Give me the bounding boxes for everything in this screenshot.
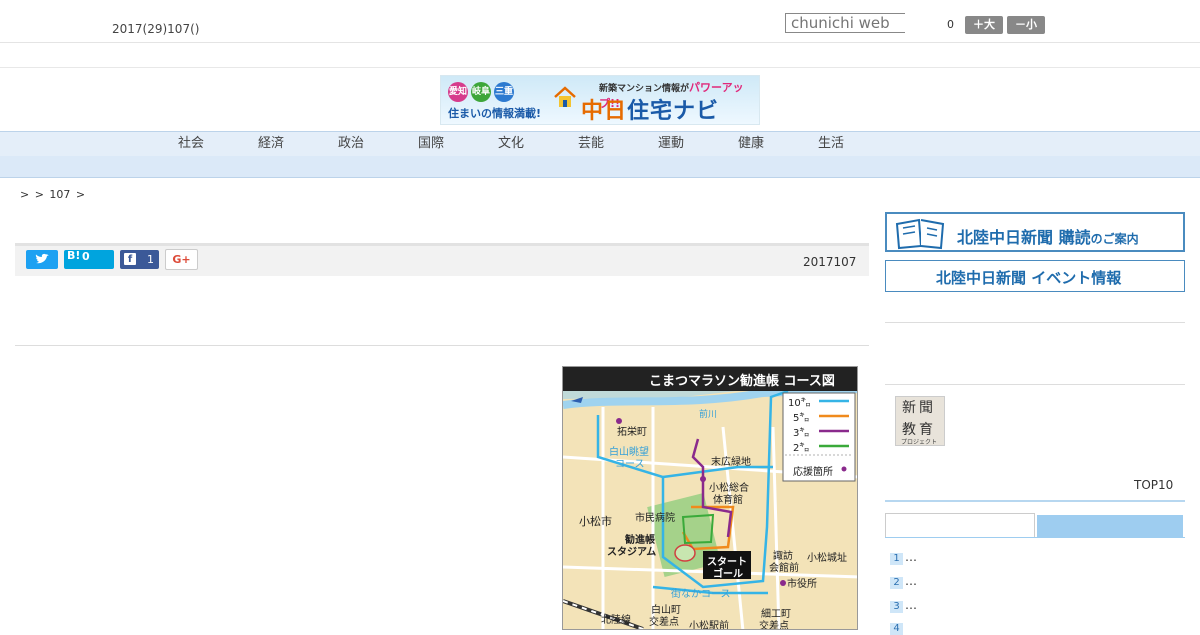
main-nav: 社会 経済 政治 国際 文化 芸能 運動 健康 生活 <box>0 131 1200 157</box>
marathon-course-map[interactable]: こまつマラソン勧進帳 コース図 10㌔ 5㌔ 3㌔ 2㌔ 応援箇所 拓栄町 白山… <box>562 366 858 630</box>
rank-title: … <box>905 550 917 564</box>
rank-title: … <box>905 574 917 588</box>
legend-2km: 2㌔ <box>793 443 810 454</box>
label-machinaka: 街なかコース <box>671 589 731 600</box>
top10-heading: TOP10 <box>1134 478 1174 492</box>
legend-5km: 5㌔ <box>793 413 810 424</box>
rank-title: … <box>905 598 917 612</box>
subscription-tail: のご案内 <box>1090 232 1139 246</box>
current-date: 2017(29)107() <box>112 22 200 36</box>
sub-nav <box>0 156 1200 178</box>
banner-brand-a: 中日 <box>581 99 628 124</box>
ranking-item[interactable]: 3… <box>890 598 917 613</box>
subscription-banner[interactable]: 北陸中日新聞 購読のご案内 <box>885 212 1185 252</box>
label-station: 小松駅前 <box>689 621 729 630</box>
label-city: 小松市 <box>579 515 612 528</box>
twitter-share-button[interactable] <box>26 250 58 269</box>
edu-text-b: 教育 <box>902 422 936 438</box>
label-hokuriku: 北陸線 <box>601 615 631 626</box>
label-castle: 小松城址 <box>807 553 847 564</box>
rank-number: 3 <box>890 601 903 613</box>
nav-item-4[interactable]: 国際 <box>418 132 444 156</box>
legend-10km: 10㌔ <box>788 398 811 409</box>
newspaper-education-banner[interactable]: 新聞 教育 プロジェクト <box>895 396 945 446</box>
label-hospital: 市民病院 <box>635 513 675 524</box>
housing-navi-banner[interactable]: 愛知 岐阜 三重 住まいの情報満載! 新築マンション情報がパワーアップ!! 中日… <box>440 75 760 125</box>
label-hakusan-b: コース <box>615 459 645 470</box>
nav-item-2[interactable]: 経済 <box>258 132 284 156</box>
rank-number: 1 <box>890 553 903 565</box>
banner-brand: 中日住宅ナビ <box>581 93 720 124</box>
mie-badge: 三重 <box>494 82 514 102</box>
search-input[interactable] <box>785 13 905 33</box>
label-stadium-b: スタジアム <box>607 547 657 558</box>
banner-brand-b: 住宅ナビ <box>627 99 720 124</box>
nav-item-9[interactable]: 生活 <box>818 132 844 156</box>
edu-text-a: 新聞 <box>902 400 936 416</box>
label-saiku-b: 交差点 <box>759 621 789 630</box>
sub-header-strip <box>0 43 1200 68</box>
ranking-rule <box>885 500 1185 502</box>
subscription-main: 北陸中日新聞 購読 <box>957 228 1091 247</box>
label-hakusan-cho-b: 交差点 <box>649 617 679 628</box>
google-plus-button[interactable]: G+ <box>165 249 198 270</box>
ranking-item[interactable]: 4 <box>890 620 905 635</box>
event-info-banner[interactable]: 北陸中日新聞 イベント情報 <box>885 260 1185 292</box>
sidebar-divider <box>885 384 1185 385</box>
nav-item-1[interactable]: 社会 <box>178 132 204 156</box>
rank-number: 2 <box>890 577 903 589</box>
ranking-tab-active[interactable] <box>885 513 1035 538</box>
content-divider <box>15 345 869 346</box>
ranking-tab-inactive[interactable] <box>1037 515 1183 537</box>
aichi-badge: 愛知 <box>448 82 468 102</box>
breadcrumb[interactable]: > > 107 > <box>20 188 85 201</box>
facebook-count: 1 <box>147 253 154 266</box>
hatena-label: B! <box>67 249 81 262</box>
legend-3km: 3㌔ <box>793 428 810 439</box>
label-goal: ゴール <box>713 569 743 580</box>
label-suwa-b: 会館前 <box>769 563 799 574</box>
event-info-text: 北陸中日新聞 イベント情報 <box>936 269 1122 287</box>
font-small-button[interactable]: －小 <box>1007 16 1045 34</box>
label-maekawa: 前川 <box>699 410 718 420</box>
sidebar-divider <box>885 322 1185 323</box>
label-gym-b: 体育館 <box>713 495 743 506</box>
map-title: こまつマラソン勧進帳 コース図 <box>649 374 835 389</box>
hatena-count: 0 <box>82 250 90 263</box>
nav-item-7[interactable]: 運動 <box>658 132 684 156</box>
nav-item-3[interactable]: 政治 <box>338 132 364 156</box>
rank-number: 4 <box>890 623 903 635</box>
edu-text-c: プロジェクト <box>901 439 938 446</box>
facebook-icon: f <box>124 253 136 265</box>
newspaper-icon <box>895 218 945 250</box>
counter-value: 0 <box>947 18 954 31</box>
legend-support: 応援箇所 <box>793 467 833 478</box>
subscription-text: 北陸中日新聞 購読のご案内 <box>957 224 1139 248</box>
ranking-item[interactable]: 1… <box>890 550 917 565</box>
font-large-button[interactable]: ＋大 <box>965 16 1003 34</box>
hatena-bookmark-button[interactable]: B! 0 <box>64 250 114 269</box>
label-cityhall: 市役所 <box>787 579 817 590</box>
house-icon <box>554 86 576 107</box>
twitter-icon <box>35 253 49 264</box>
facebook-share-button[interactable]: f 1 <box>120 250 159 269</box>
banner-tagline: 住まいの情報満載! <box>448 107 542 120</box>
gifu-badge: 岐阜 <box>471 82 491 102</box>
label-takuei: 拓栄町 <box>617 427 647 438</box>
article-date: 2017107 <box>803 255 857 269</box>
ranking-tab-baseline <box>885 537 1185 538</box>
nav-item-6[interactable]: 芸能 <box>578 132 604 156</box>
nav-item-5[interactable]: 文化 <box>498 132 524 156</box>
label-suehiro: 末広緑地 <box>711 457 751 468</box>
nav-item-8[interactable]: 健康 <box>738 132 764 156</box>
ranking-item[interactable]: 2… <box>890 574 917 589</box>
